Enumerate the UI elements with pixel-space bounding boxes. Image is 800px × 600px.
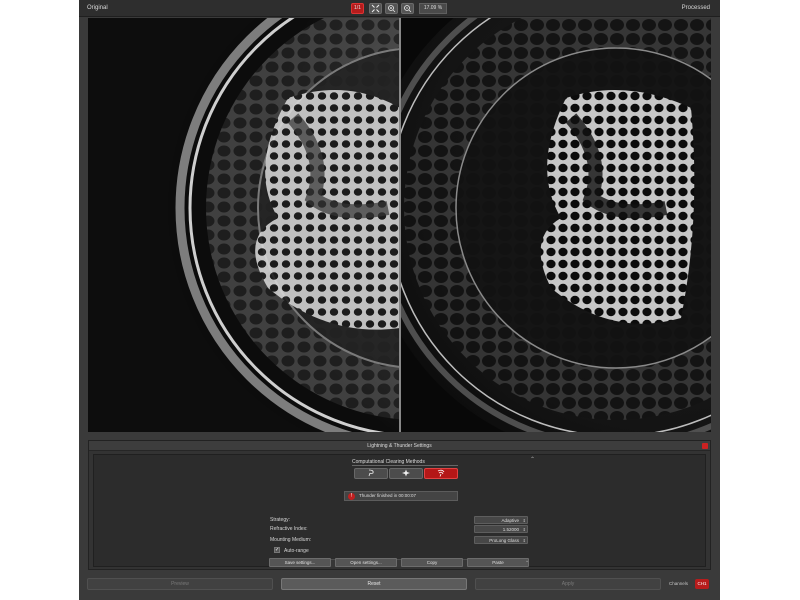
star-method-button[interactable] [389, 468, 423, 479]
close-panel-button[interactable] [702, 443, 708, 449]
processed-label: Processed [681, 5, 710, 11]
star-icon [402, 469, 410, 477]
zoom-level-field[interactable]: 17.09 % [419, 3, 447, 14]
ri-label: Refractive Index: [270, 526, 308, 532]
medium-select[interactable]: ProLong Glass ⇕ [474, 536, 528, 544]
channel-badge[interactable]: CH1 [695, 579, 709, 589]
save-settings-button[interactable]: Save settings... [269, 558, 331, 567]
ri-input[interactable]: 1.52000 ⇕ [474, 525, 528, 533]
zoom-in-button[interactable] [385, 3, 398, 14]
select-arrow-icon: ⇕ [522, 518, 526, 523]
paste-button[interactable]: Paste [467, 558, 529, 567]
strategy-value: Adaptive [501, 518, 519, 523]
fit-icon [371, 4, 380, 13]
autorange-checkbox[interactable]: ✓ [274, 547, 280, 553]
footer-bar: Preview Reset Apply Channels CH1 [79, 578, 720, 594]
preview-button[interactable]: Preview [87, 578, 273, 590]
original-image [88, 18, 400, 432]
apply-button[interactable]: Apply [475, 578, 661, 590]
collapse-icon[interactable]: ⌃ [530, 456, 535, 463]
medium-label: Mounting Medium: [270, 537, 312, 543]
reset-button[interactable]: Reset [281, 578, 467, 590]
copy-button[interactable]: Copy [401, 558, 463, 567]
lightning-method-button[interactable] [354, 468, 388, 479]
app-window: Original 1/1 17.09 % Processed Lightning… [79, 0, 720, 600]
panel-title: Lightning & Thunder Settings [89, 441, 710, 451]
methods-divider [352, 465, 458, 466]
medium-value: ProLong Glass [489, 538, 519, 543]
image-viewer[interactable] [88, 18, 711, 432]
status-text: Thunder finished in 00:00:07 [359, 493, 417, 498]
settings-panel: Lightning & Thunder Settings ⌃ Computati… [88, 440, 711, 570]
lightning-icon [368, 469, 374, 477]
spinner-icon[interactable]: ⇕ [523, 526, 526, 533]
select-arrow-icon: ⇕ [522, 538, 526, 543]
expand-icon[interactable]: ⌄ [525, 558, 529, 564]
autorange-label: Auto-range [284, 548, 309, 554]
processed-image [401, 18, 711, 432]
zoom-out-icon [404, 5, 412, 13]
status-message: ! Thunder finished in 00:00:07 [344, 491, 458, 501]
panel-body: ⌃ Computational Clearing Methods ! Thund… [93, 454, 706, 567]
open-settings-button[interactable]: Open settings... [335, 558, 397, 567]
zoom-in-icon [388, 5, 396, 13]
original-label: Original [87, 5, 108, 11]
thunder-method-button[interactable] [424, 468, 458, 479]
zoom-out-button[interactable] [401, 3, 414, 14]
strategy-label: Strategy: [270, 517, 291, 523]
channels-label: Channels [669, 581, 689, 586]
strategy-select[interactable]: Adaptive ⇕ [474, 516, 528, 524]
ri-value: 1.52000 [502, 527, 519, 532]
info-icon: ! [348, 493, 355, 500]
viewer-toolbar: Original 1/1 17.09 % Processed [79, 0, 720, 17]
ratio-button[interactable]: 1/1 [351, 3, 364, 14]
fit-button[interactable] [369, 3, 382, 14]
thunder-icon [437, 469, 445, 477]
